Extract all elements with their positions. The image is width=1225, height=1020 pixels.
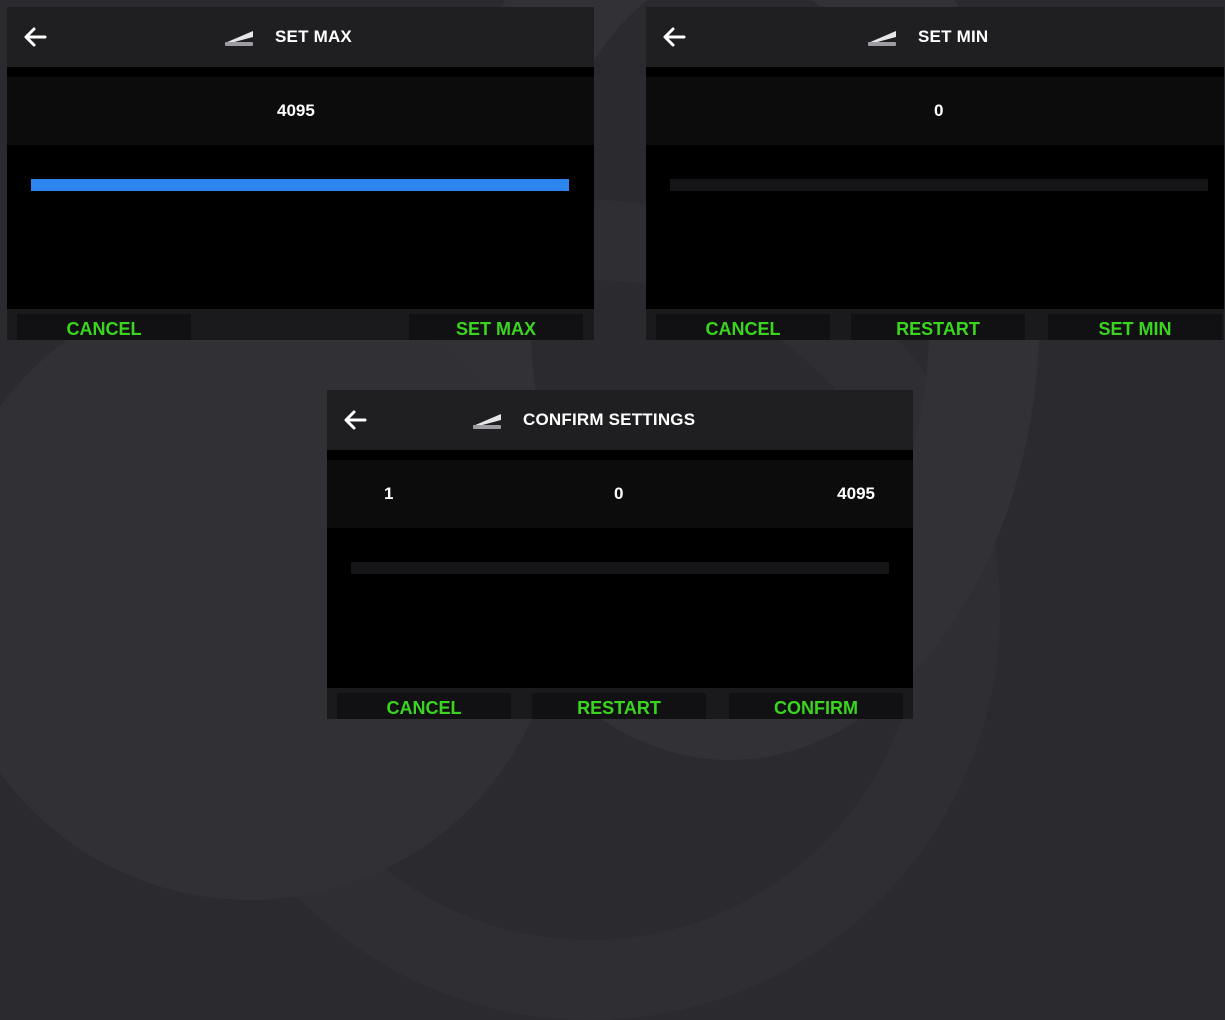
value-right: 4095 [837, 484, 875, 503]
page-title: CONFIRM SETTINGS [523, 410, 696, 429]
header-title-group: SET MAX [223, 7, 352, 67]
back-arrow-icon[interactable] [660, 23, 688, 51]
cancel-button[interactable]: CANCEL [656, 314, 830, 340]
restart-button[interactable]: RESTART [532, 693, 706, 719]
value-row: 4095 [7, 77, 594, 145]
current-value: 0 [934, 101, 944, 120]
header-title-group: CONFIRM SETTINGS [471, 390, 695, 450]
header: SET MAX [7, 7, 594, 67]
set-min-screen: SET MIN 0 CANCEL RESTART SET MIN [646, 7, 1224, 340]
value-row: 0 [646, 77, 1224, 145]
header: SET MIN [646, 7, 1224, 67]
restart-button[interactable]: RESTART [851, 314, 1025, 340]
back-arrow-icon[interactable] [21, 23, 49, 51]
header-title-group: SET MIN [866, 7, 988, 67]
set-max-screen: SET MAX 4095 CANCEL SET MAX [7, 7, 594, 340]
page-title: SET MAX [275, 27, 352, 46]
button-bar: CANCEL SET MAX [7, 309, 594, 340]
page-title: SET MIN [918, 27, 989, 46]
value-row: 1 0 4095 [327, 460, 913, 528]
level-bar-fill [31, 179, 569, 191]
current-value: 4095 [277, 101, 315, 120]
cancel-button[interactable]: CANCEL [17, 314, 191, 340]
pedal-icon [225, 31, 253, 46]
level-bar [670, 179, 1208, 191]
back-arrow-icon[interactable] [341, 406, 369, 434]
value-left: 1 [384, 484, 394, 503]
confirm-settings-screen: CONFIRM SETTINGS 1 0 4095 CANCEL RESTART… [327, 390, 913, 719]
cancel-button[interactable]: CANCEL [337, 693, 511, 719]
pedal-icon [473, 414, 501, 429]
level-bar [351, 562, 889, 574]
level-bar [31, 179, 569, 191]
button-bar: CANCEL RESTART CONFIRM [327, 688, 913, 719]
set-max-button[interactable]: SET MAX [409, 314, 583, 340]
pedal-icon [868, 31, 896, 46]
set-min-button[interactable]: SET MIN [1048, 314, 1222, 340]
confirm-button[interactable]: CONFIRM [729, 693, 903, 719]
header: CONFIRM SETTINGS [327, 390, 913, 450]
value-middle: 0 [614, 484, 624, 503]
button-bar: CANCEL RESTART SET MIN [646, 309, 1224, 340]
